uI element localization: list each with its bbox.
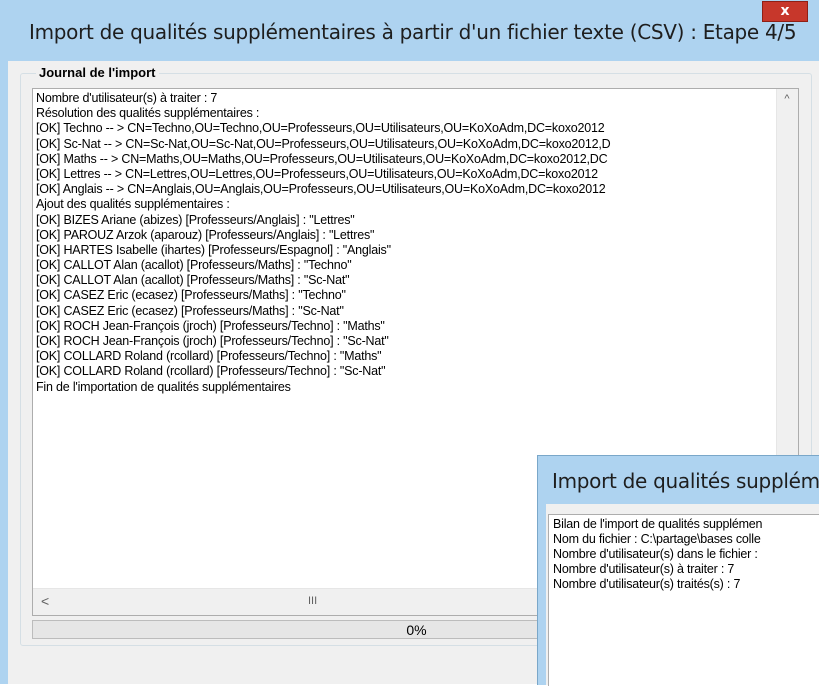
log-line: [OK] Lettres -- > CN=Lettres,OU=Lettres,… (36, 166, 598, 181)
scrollbar-grip-icon[interactable]: III (308, 595, 317, 607)
scroll-up-arrow-icon[interactable]: ^ (782, 94, 792, 105)
log-line: [OK] CALLOT Alan (acallot) [Professeurs/… (36, 273, 350, 288)
log-line: [OK] HARTES Isabelle (ihartes) [Professe… (36, 242, 391, 257)
log-line: [OK] BIZES Ariane (abizes) [Professeurs/… (36, 212, 355, 227)
log-line: [OK] ROCH Jean-François (jroch) [Profess… (36, 318, 385, 333)
log-line: Résolution des qualités supplémentaires … (36, 106, 260, 121)
log-line: Nombre d'utilisateur(s) à traiter : 7 (36, 91, 218, 105)
summary-line: Nom du fichier : C:\partage\bases colle (553, 532, 761, 546)
log-line: [OK] PAROUZ Arzok (aparouz) [Professeurs… (36, 227, 375, 242)
import-log-group-label: Journal de l'import (36, 65, 159, 80)
log-line: [OK] Maths -- > CN=Maths,OU=Maths,OU=Pro… (36, 151, 608, 166)
title-bar[interactable]: Import de qualités supplémentaires à par… (0, 0, 819, 62)
log-line: [OK] Techno -- > CN=Techno,OU=Techno,OU=… (36, 121, 605, 136)
log-line: [OK] ROCH Jean-François (jroch) [Profess… (36, 334, 389, 348)
log-line: [OK] COLLARD Roland (rcollard) [Professe… (36, 364, 386, 379)
log-line: [OK] Sc-Nat -- > CN=Sc-Nat,OU=Sc-Nat,OU=… (36, 136, 611, 151)
import-log-text: Nombre d'utilisateur(s) à traiter : 7 Rés… (36, 91, 771, 395)
log-line: Ajout des qualités supplémentaires : (36, 197, 230, 212)
summary-dialog: Import de qualités suppléme Bilan de l'i… (537, 455, 819, 686)
summary-line: Nombre d'utilisateur(s) traités(s) : 7 (553, 577, 741, 591)
import-summary-textbox[interactable]: Bilan de l'import de qualités supplémen N… (548, 514, 819, 686)
scroll-left-arrow-icon[interactable]: < (41, 594, 49, 608)
log-line: Fin de l'importation de qualités supplém… (36, 379, 291, 394)
summary-line: Nombre d'utilisateur(s) à traiter : 7 (553, 562, 735, 576)
summary-line: Nombre d'utilisateur(s) dans le fichier … (553, 547, 758, 561)
summary-dialog-title[interactable]: Import de qualités suppléme (552, 469, 819, 493)
log-line: [OK] CASEZ Eric (ecasez) [Professeurs/Ma… (36, 303, 344, 318)
import-summary-text: Bilan de l'import de qualités supplémen N… (553, 517, 762, 592)
close-button[interactable]: x (762, 1, 808, 22)
log-line: [OK] Anglais -- > CN=Anglais,OU=Anglais,… (36, 182, 606, 197)
summary-line: Bilan de l'import de qualités supplémen (553, 517, 763, 531)
log-line: [OK] COLLARD Roland (rcollard) [Professe… (36, 349, 382, 364)
log-line: [OK] CALLOT Alan (acallot) [Professeurs/… (36, 258, 352, 273)
log-line: [OK] CASEZ Eric (ecasez) [Professeurs/Ma… (36, 288, 346, 303)
window-title: Import de qualités supplémentaires à par… (29, 20, 797, 44)
